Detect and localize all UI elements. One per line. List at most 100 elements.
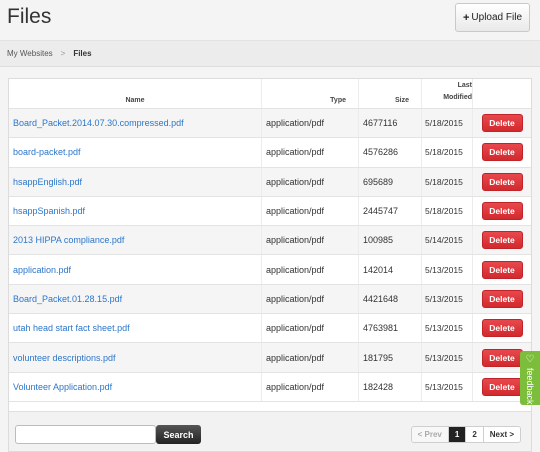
table-row: hsappSpanish.pdf application/pdf 2445747 5/… bbox=[9, 196, 531, 227]
file-link[interactable]: 2013 HIPPA compliance.pdf bbox=[13, 235, 124, 245]
delete-button[interactable]: Delete bbox=[481, 289, 523, 308]
file-type-cell: application/pdf bbox=[262, 255, 359, 284]
file-name-cell: Volunteer Application.pdf bbox=[9, 372, 262, 401]
file-link[interactable]: Volunteer Application.pdf bbox=[13, 382, 112, 392]
file-link[interactable]: board-packet.pdf bbox=[13, 147, 81, 157]
pagination-prev[interactable]: < Prev bbox=[411, 427, 449, 442]
file-modified-cell: 5/13/2015 bbox=[422, 284, 473, 314]
pagination-page-2[interactable]: 2 bbox=[466, 427, 484, 442]
file-modified-cell: 5/13/2015 bbox=[422, 314, 473, 343]
table-row: hsappEnglish.pdf application/pdf 695689 5/1… bbox=[9, 167, 531, 197]
file-name-cell: Board_Packet.01.28.15.pdf bbox=[9, 284, 262, 314]
file-link[interactable]: Board_Packet.2014.07.30.compressed.pdf bbox=[13, 118, 184, 128]
file-modified-cell: 5/18/2015 bbox=[422, 109, 473, 138]
page-header: Files + Upload File bbox=[0, 0, 540, 41]
file-name-cell: hsappSpanish.pdf bbox=[9, 196, 262, 226]
file-type-cell: application/pdf bbox=[262, 226, 359, 255]
column-header-name[interactable]: Name bbox=[9, 79, 262, 108]
pagination: < Prev 1 2 Next > bbox=[410, 426, 521, 443]
page-title: Files bbox=[7, 5, 52, 28]
table-body: Board_Packet.2014.07.30.compressed.pdfap… bbox=[9, 109, 531, 402]
file-actions-cell: Delete bbox=[473, 197, 531, 225]
file-modified-cell: 5/18/2015 bbox=[422, 196, 473, 226]
file-modified-cell: 5/13/2015 bbox=[422, 255, 473, 284]
file-size-cell: 100985 bbox=[359, 226, 422, 255]
file-actions-cell: Delete bbox=[473, 285, 531, 313]
file-name-cell: utah head start fact sheet.pdf bbox=[9, 314, 262, 343]
search-button[interactable]: Search bbox=[156, 425, 201, 444]
column-header-type[interactable]: Type bbox=[262, 79, 359, 108]
table-header: Name Type Size Last Modified bbox=[9, 79, 531, 109]
file-actions-cell: Delete bbox=[473, 314, 531, 342]
pagination-next[interactable]: Next > bbox=[483, 427, 520, 442]
files-panel: Name Type Size Last Modified Board_Packe… bbox=[8, 78, 532, 452]
file-size-cell: 182428 bbox=[359, 372, 422, 401]
breadcrumb-separator: > bbox=[60, 49, 66, 58]
file-actions-cell: Delete bbox=[473, 226, 531, 254]
file-size-cell: 695689 bbox=[359, 167, 422, 196]
column-header-size[interactable]: Size bbox=[359, 79, 422, 108]
upload-file-button[interactable]: + Upload File bbox=[455, 3, 530, 32]
file-size-cell: 181795 bbox=[359, 343, 422, 372]
delete-button[interactable]: Delete bbox=[481, 172, 523, 191]
delete-button[interactable]: Delete bbox=[481, 231, 523, 250]
file-modified-cell: 5/13/2015 bbox=[422, 372, 473, 401]
file-size-cell: 4763981 bbox=[359, 314, 422, 343]
delete-button[interactable]: Delete bbox=[481, 260, 523, 279]
file-type-cell: application/pdf bbox=[262, 343, 359, 372]
column-header-last-modified[interactable]: Last Modified bbox=[422, 79, 473, 108]
delete-button[interactable]: Delete bbox=[481, 377, 523, 396]
file-type-cell: application/pdf bbox=[262, 372, 359, 401]
feedback-tab[interactable]: ♡ feedback bbox=[520, 351, 540, 405]
file-link[interactable]: hsappSpanish.pdf bbox=[13, 206, 85, 216]
breadcrumb-current: Files bbox=[73, 49, 92, 58]
file-type-cell: application/pdf bbox=[262, 167, 359, 196]
file-name-cell: volunteer descriptions.pdf bbox=[9, 343, 262, 372]
search-input[interactable] bbox=[15, 425, 156, 444]
file-size-cell: 4677116 bbox=[359, 109, 422, 138]
file-size-cell: 4576286 bbox=[359, 138, 422, 167]
file-modified-cell: 5/18/2015 bbox=[422, 138, 473, 167]
table-footer: Search < Prev 1 2 Next > bbox=[9, 411, 531, 451]
file-type-cell: application/pdf bbox=[262, 196, 359, 226]
table-row: 2013 HIPPA compliance.pdf application/pdf… bbox=[9, 226, 531, 256]
file-actions-cell: Delete bbox=[473, 138, 531, 166]
table-row: application.pdf application/pdf 142014 5/13… bbox=[9, 255, 531, 285]
file-link[interactable]: utah head start fact sheet.pdf bbox=[13, 323, 130, 333]
table-row: Board_Packet.01.28.15.pdf application/pdf… bbox=[9, 284, 531, 315]
delete-button[interactable]: Delete bbox=[481, 348, 523, 367]
file-modified-cell: 5/13/2015 bbox=[422, 343, 473, 372]
megaphone-icon: ♡ bbox=[525, 354, 535, 365]
plus-icon: + bbox=[462, 11, 470, 24]
file-type-cell: application/pdf bbox=[262, 284, 359, 314]
column-header-actions bbox=[473, 79, 531, 108]
file-size-cell: 4421648 bbox=[359, 284, 422, 314]
file-size-cell: 142014 bbox=[359, 255, 422, 284]
file-modified-cell: 5/18/2015 bbox=[422, 167, 473, 196]
file-type-cell: application/pdf bbox=[262, 138, 359, 167]
file-name-cell: 2013 HIPPA compliance.pdf bbox=[9, 226, 262, 255]
table-row: board-packet.pdf application/pdf 4576286 5/… bbox=[9, 138, 531, 168]
breadcrumb-my-websites[interactable]: My Websites bbox=[7, 49, 53, 58]
file-modified-cell: 5/14/2015 bbox=[422, 226, 473, 255]
file-actions-cell: Delete bbox=[473, 255, 531, 283]
feedback-label: feedback bbox=[525, 368, 535, 405]
table-row: Volunteer Application.pdf application/pdf… bbox=[9, 372, 531, 402]
file-name-cell: hsappEnglish.pdf bbox=[9, 167, 262, 196]
file-link[interactable]: application.pdf bbox=[13, 265, 71, 275]
file-link[interactable]: volunteer descriptions.pdf bbox=[13, 353, 116, 363]
table-row: volunteer descriptions.pdf application/pd… bbox=[9, 343, 531, 373]
file-name-cell: board-packet.pdf bbox=[9, 138, 262, 167]
delete-button[interactable]: Delete bbox=[481, 202, 523, 221]
table-row: utah head start fact sheet.pdf applicatio… bbox=[9, 314, 531, 344]
upload-file-label: Upload File bbox=[471, 12, 523, 23]
file-link[interactable]: Board_Packet.01.28.15.pdf bbox=[13, 294, 122, 304]
file-actions-cell: Delete bbox=[473, 109, 531, 137]
file-name-cell: application.pdf bbox=[9, 255, 262, 284]
delete-button[interactable]: Delete bbox=[481, 114, 523, 133]
pagination-page-1[interactable]: 1 bbox=[448, 427, 467, 442]
delete-button[interactable]: Delete bbox=[481, 319, 523, 338]
delete-button[interactable]: Delete bbox=[481, 143, 523, 162]
file-actions-cell: Delete bbox=[473, 168, 531, 196]
file-link[interactable]: hsappEnglish.pdf bbox=[13, 177, 82, 187]
